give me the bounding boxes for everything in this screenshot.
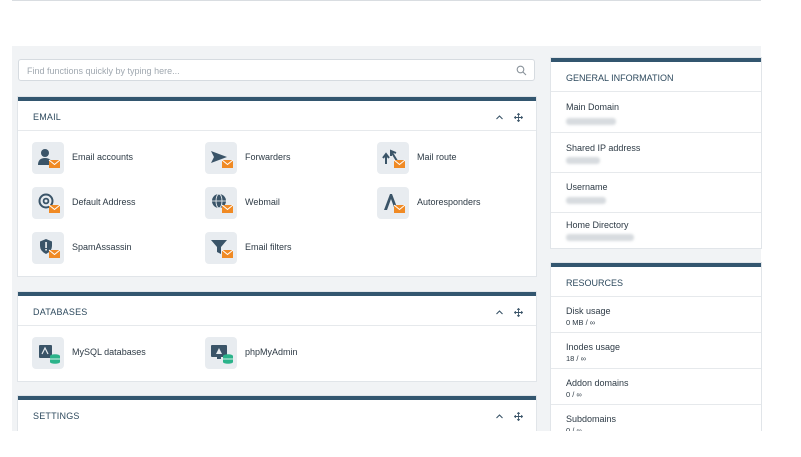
resources-title: RESOURCES (566, 278, 624, 288)
panel-divider (18, 130, 536, 131)
spamassassin-item[interactable]: SpamAssassin (32, 232, 172, 264)
addon-domains-label: Addon domains (566, 378, 629, 388)
username-row: Username (551, 172, 761, 213)
email-filters-icon (205, 232, 237, 264)
move-icon[interactable] (514, 308, 523, 317)
subdomains-label: Subdomains (566, 414, 617, 424)
general-information-title: GENERAL INFORMATION (566, 73, 674, 83)
inodes-usage-row: Inodes usage 18 / ∞ (551, 332, 761, 369)
home-directory-value (566, 234, 634, 241)
main-domain-value (566, 118, 616, 125)
databases-panel: DATABASES MySQL databases phpMyAdmin (18, 292, 536, 381)
mail-route-icon (377, 142, 409, 174)
search-input[interactable] (25, 62, 509, 80)
email-panel-title: EMAIL (33, 112, 62, 122)
email-accounts-label: Email accounts (72, 152, 134, 162)
forwarders-item[interactable]: Forwarders (205, 142, 345, 174)
chevron-up-icon[interactable] (495, 412, 504, 421)
spamassassin-label: SpamAssassin (72, 242, 132, 252)
general-information-panel: GENERAL INFORMATION Main Domain Shared I… (551, 58, 761, 248)
mail-route-label: Mail route (417, 152, 457, 162)
move-icon[interactable] (514, 113, 523, 122)
mysql-databases-item[interactable]: MySQL databases (32, 337, 182, 369)
forwarders-label: Forwarders (245, 152, 291, 162)
mysql-databases-icon (32, 337, 64, 369)
resources-panel: RESOURCES Disk usage 0 MB / ∞ Inodes usa… (551, 263, 761, 435)
databases-panel-title: DATABASES (33, 307, 88, 317)
email-panel: EMAIL Email accounts Forwarders Mail rou… (18, 97, 536, 276)
disk-usage-label: Disk usage (566, 306, 611, 316)
webmail-item[interactable]: Webmail (205, 187, 345, 219)
top-divider (12, 0, 761, 1)
move-icon[interactable] (514, 412, 523, 421)
settings-panel-title: SETTINGS (33, 411, 80, 421)
default-address-item[interactable]: Default Address (32, 187, 172, 219)
addon-domains-value: 0 / ∞ (566, 390, 582, 399)
home-directory-label: Home Directory (566, 220, 629, 230)
chevron-up-icon[interactable] (495, 113, 504, 122)
shared-ip-row: Shared IP address (551, 132, 761, 173)
default-address-icon (32, 187, 64, 219)
chevron-up-icon[interactable] (495, 308, 504, 317)
inodes-usage-label: Inodes usage (566, 342, 621, 352)
inodes-usage-value: 18 / ∞ (566, 354, 586, 363)
autoresponders-icon (377, 187, 409, 219)
email-filters-label: Email filters (245, 242, 292, 252)
page-bottom-right (540, 431, 801, 457)
disk-usage-row: Disk usage 0 MB / ∞ (551, 296, 761, 333)
email-accounts-icon (32, 142, 64, 174)
shared-ip-value (566, 157, 600, 164)
default-address-label: Default Address (72, 197, 136, 207)
phpmyadmin-icon (205, 337, 237, 369)
main-domain-row: Main Domain (551, 91, 761, 133)
mail-route-item[interactable]: Mail route (377, 142, 517, 174)
search-icon[interactable] (516, 65, 527, 76)
username-label: Username (566, 182, 608, 192)
home-directory-row: Home Directory (551, 212, 761, 249)
main-domain-label: Main Domain (566, 102, 620, 112)
username-value (566, 197, 606, 204)
phpmyadmin-item[interactable]: phpMyAdmin (205, 337, 345, 369)
addon-domains-row: Addon domains 0 / ∞ (551, 368, 761, 405)
search-box[interactable] (18, 59, 535, 81)
email-accounts-item[interactable]: Email accounts (32, 142, 172, 174)
settings-panel: SETTINGS (18, 396, 536, 436)
spamassassin-icon (32, 232, 64, 264)
disk-usage-value: 0 MB / ∞ (566, 318, 596, 327)
autoresponders-label: Autoresponders (417, 197, 481, 207)
forwarders-icon (205, 142, 237, 174)
webmail-icon (205, 187, 237, 219)
autoresponders-item[interactable]: Autoresponders (377, 187, 517, 219)
email-filters-item[interactable]: Email filters (205, 232, 345, 264)
shared-ip-label: Shared IP address (566, 143, 641, 153)
webmail-label: Webmail (245, 197, 280, 207)
phpmyadmin-label: phpMyAdmin (245, 347, 298, 357)
mysql-databases-label: MySQL databases (72, 347, 146, 357)
panel-divider (18, 325, 536, 326)
